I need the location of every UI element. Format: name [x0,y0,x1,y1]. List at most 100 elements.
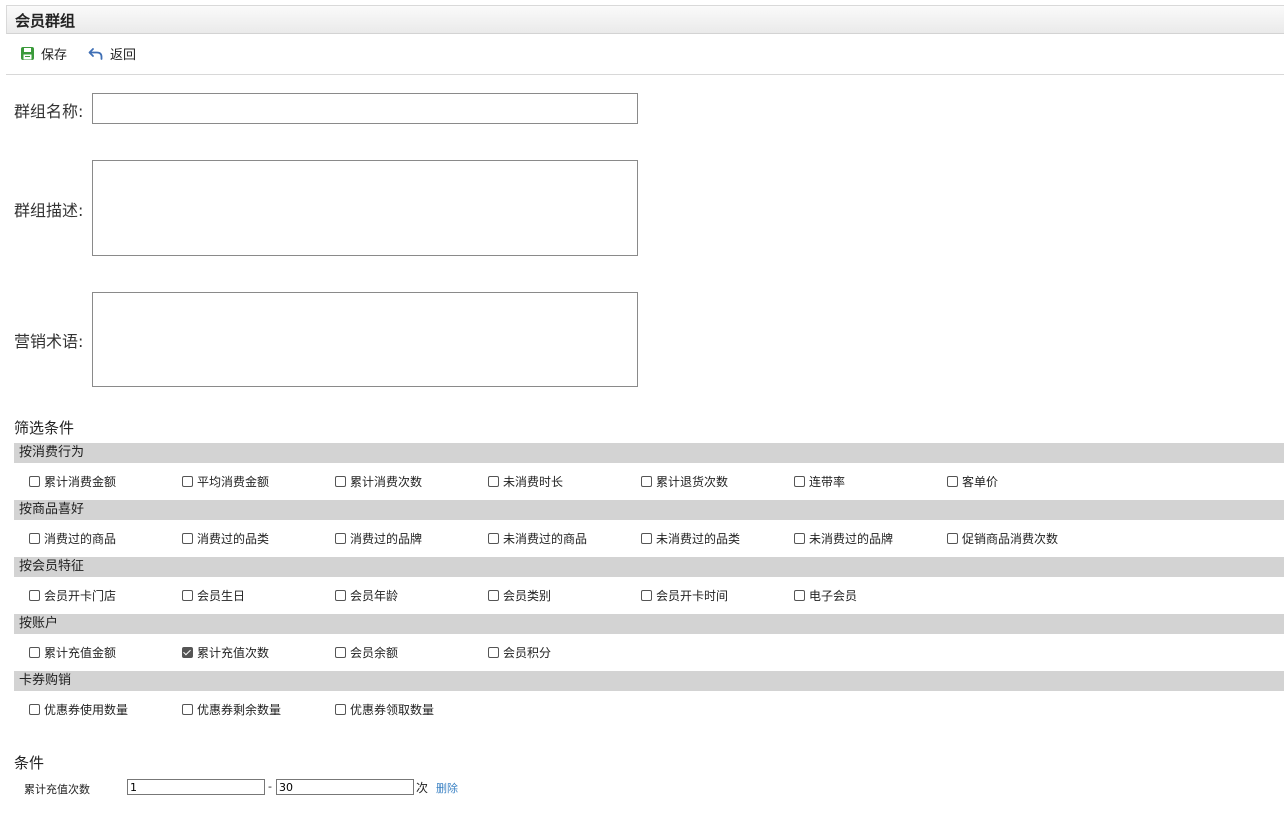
filter-option[interactable]: 会员开卡门店 [29,583,116,607]
filter-option-label: 累计消费次数 [350,474,423,489]
filter-option-label: 未消费时长 [503,474,564,489]
filter-options-row: 优惠券使用数量 优惠券剩余数量 优惠券领取数量 [14,697,1284,721]
filter-option-label: 消费过的品牌 [350,531,423,546]
filter-option[interactable]: 会员积分 [488,640,551,664]
filter-option[interactable]: 累计充值次数 [182,640,269,664]
save-button[interactable]: 保存 [20,43,67,63]
filter-options-row: 消费过的商品 消费过的品类 消费过的品牌 未消费过的商品 未消费过的品类 未消费过的品牌 促… [14,526,1284,550]
filter-option[interactable]: 客单价 [947,469,998,493]
filter-group-header: 卡券购销 [14,671,1284,691]
filter-options-row: 累计充值金额 累计充值次数 会员余额 会员积分 [14,640,1284,664]
filter-option-label: 连带率 [809,474,846,489]
filter-option[interactable]: 未消费过的商品 [488,526,587,550]
filter-option[interactable]: 未消费时长 [488,469,563,493]
condition-row: 累计充值次数 - 次 删除 [24,779,624,797]
filter-option-label: 累计充值金额 [44,645,117,660]
filter-option[interactable]: 优惠券剩余数量 [182,697,281,721]
filter-checkbox[interactable] [641,475,652,487]
filter-checkbox[interactable] [488,589,499,601]
filter-option[interactable]: 累计充值金额 [29,640,116,664]
group-name-label: 群组名称: [14,102,84,121]
filter-checkbox[interactable] [335,475,346,487]
filter-checkbox[interactable] [794,589,805,601]
filter-checkbox[interactable] [182,589,193,601]
group-desc-label: 群组描述: [14,201,84,220]
condition-separator: - [268,780,272,793]
group-desc-textarea[interactable] [92,160,638,256]
filter-option[interactable]: 消费过的品牌 [335,526,422,550]
filter-option[interactable]: 累计退货次数 [641,469,728,493]
filter-option[interactable]: 累计消费金额 [29,469,116,493]
filter-option[interactable]: 促销商品消费次数 [947,526,1058,550]
filter-option[interactable]: 优惠券领取数量 [335,697,434,721]
filter-checkbox[interactable] [947,532,958,544]
group-name-input[interactable] [92,93,638,124]
filter-option-label: 会员生日 [197,588,246,603]
condition-label: 累计充值次数 [24,783,90,796]
filter-option[interactable]: 会员年龄 [335,583,398,607]
filter-option[interactable]: 平均消费金额 [182,469,269,493]
filter-option-label: 会员积分 [503,645,552,660]
filter-option-label: 优惠券领取数量 [350,702,435,717]
filter-checkbox[interactable] [947,475,958,487]
filter-option-label: 会员余额 [350,645,399,660]
save-label: 保存 [41,47,68,63]
filter-checkbox[interactable] [182,646,193,658]
filter-group-header: 按商品喜好 [14,500,1284,520]
filter-option[interactable]: 连带率 [794,469,845,493]
filter-option-label: 未消费过的商品 [503,531,588,546]
condition-delete-link[interactable]: 删除 [436,780,458,796]
filter-option[interactable]: 未消费过的品类 [641,526,740,550]
filter-option-label: 未消费过的品类 [656,531,741,546]
marketing-textarea[interactable] [92,292,638,387]
filter-checkbox[interactable] [335,646,346,658]
filter-option[interactable]: 会员开卡时间 [641,583,728,607]
filter-checkbox[interactable] [335,532,346,544]
back-button[interactable]: 返回 [88,43,136,63]
filter-checkbox[interactable] [488,646,499,658]
filter-checkbox[interactable] [794,532,805,544]
save-icon [21,46,34,60]
filter-option[interactable]: 未消费过的品牌 [794,526,893,550]
filter-checkbox[interactable] [641,589,652,601]
filter-option-label: 促销商品消费次数 [962,531,1059,546]
filter-option[interactable]: 电子会员 [794,583,857,607]
filter-checkbox[interactable] [29,703,40,715]
condition-max-input[interactable] [276,779,414,795]
filter-option-label: 平均消费金额 [197,474,270,489]
filter-option[interactable]: 会员类别 [488,583,551,607]
filter-checkbox[interactable] [335,703,346,715]
filter-option[interactable]: 消费过的品类 [182,526,269,550]
filter-checkbox[interactable] [29,646,40,658]
filter-option-label: 累计充值次数 [197,645,270,660]
filter-checkbox[interactable] [182,532,193,544]
filter-checkbox[interactable] [182,703,193,715]
filter-option-label: 电子会员 [809,588,858,603]
filter-checkbox[interactable] [794,475,805,487]
filter-option[interactable]: 优惠券使用数量 [29,697,128,721]
filter-checkbox[interactable] [488,475,499,487]
filter-checkbox[interactable] [182,475,193,487]
window-title: 会员群组 [15,12,76,30]
filter-option[interactable]: 会员生日 [182,583,245,607]
filter-options-row: 会员开卡门店 会员生日 会员年龄 会员类别 会员开卡时间 电子会员 [14,583,1284,607]
filter-option[interactable]: 会员余额 [335,640,398,664]
filter-option-label: 会员年龄 [350,588,399,603]
back-label: 返回 [110,47,137,63]
filter-checkbox[interactable] [29,532,40,544]
filter-checkbox[interactable] [335,589,346,601]
filter-option-label: 会员类别 [503,588,552,603]
filter-checkbox[interactable] [29,475,40,487]
filter-option[interactable]: 消费过的商品 [29,526,116,550]
filter-option[interactable]: 累计消费次数 [335,469,422,493]
conditions-title: 条件 [14,754,45,772]
main-form: 群组名称: 群组描述: 营销术语: 筛选条件 按消费行为 累计消费金额 平均消费金额… [6,75,1284,832]
filter-options-row: 累计消费金额 平均消费金额 累计消费次数 未消费时长 累计退货次数 连带率 客单价 [14,469,1284,493]
filter-option-label: 优惠券使用数量 [44,702,129,717]
filter-checkbox[interactable] [488,532,499,544]
condition-min-input[interactable] [127,779,265,795]
toolbar: 保存 返回 [6,34,1284,75]
filter-checkbox[interactable] [641,532,652,544]
filter-option-label: 消费过的商品 [44,531,117,546]
filter-checkbox[interactable] [29,589,40,601]
